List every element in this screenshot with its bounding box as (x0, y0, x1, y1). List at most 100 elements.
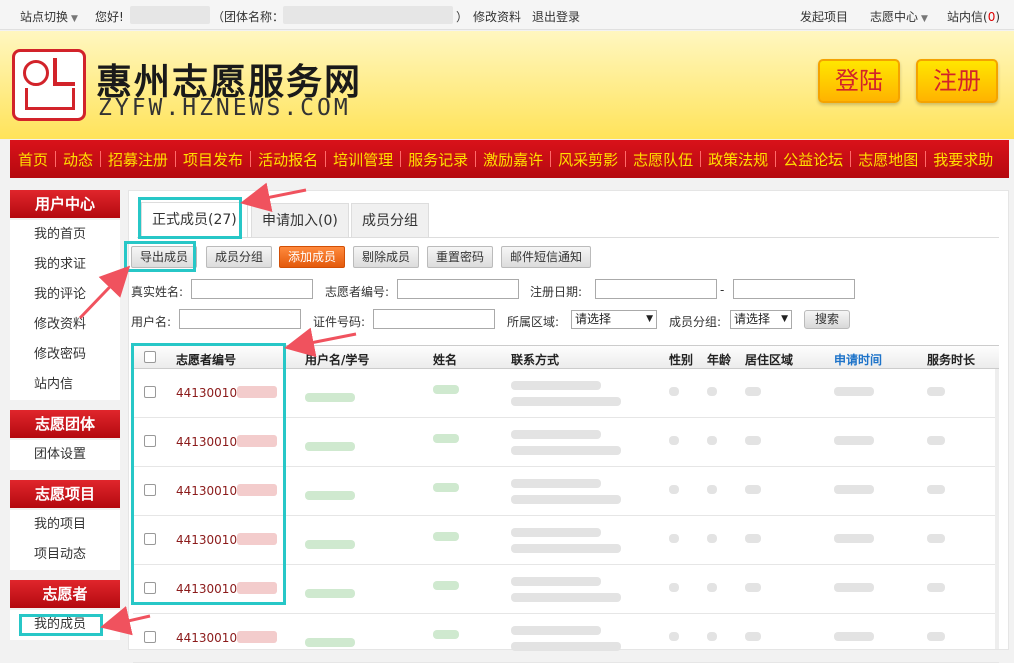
logo-seal-icon[interactable] (12, 49, 86, 121)
nav-separator (325, 151, 327, 167)
nav-item[interactable]: 志愿队伍 (633, 149, 693, 170)
redacted-cell (511, 593, 621, 602)
sidebar-item-group-settings[interactable]: 团体设置 (10, 440, 120, 470)
region-select[interactable]: 请选择 ▼ (571, 310, 657, 329)
sidebar-item-my-projects[interactable]: 我的项目 (10, 510, 120, 540)
nav-item[interactable]: 公益论坛 (783, 149, 843, 170)
nav-item[interactable]: 我要求助 (933, 149, 993, 170)
main-nav: 首页 动态 招募注册 项目发布 活动报名 培训管理 服务记录 激励嘉许 风采剪影 志愿队伍 政策法规… (10, 140, 1009, 178)
volunteer-no-input[interactable] (397, 279, 519, 299)
table-scrollbar[interactable] (995, 369, 999, 649)
reg-date-start-input[interactable] (595, 279, 717, 299)
post-project-link[interactable]: 发起项目 (800, 8, 848, 25)
redacted-cell (511, 544, 621, 553)
greeting: 您好! (95, 10, 124, 24)
redacted-cell (433, 581, 459, 590)
logout-link[interactable]: 退出登录 (532, 8, 580, 25)
redacted-cell (511, 479, 601, 488)
col-name: 姓名 (433, 353, 458, 367)
group-name-redacted (283, 6, 453, 24)
nav-item[interactable]: 首页 (18, 149, 48, 170)
add-member-button[interactable]: 添加成员 (279, 246, 346, 268)
nav-item[interactable]: 政策法规 (708, 149, 768, 170)
redacted-cell (834, 485, 874, 494)
col-gender: 性别 (669, 353, 694, 367)
nav-separator (700, 151, 702, 167)
nav-item[interactable]: 项目发布 (183, 149, 243, 170)
edit-profile-link[interactable]: 修改资料 (473, 8, 521, 25)
volunteer-no-label: 志愿者编号: (325, 285, 390, 299)
nav-item[interactable]: 招募注册 (108, 149, 168, 170)
redacted-cell (707, 583, 717, 592)
reg-date-end-input[interactable] (733, 279, 855, 299)
sidebar-item-my-verify[interactable]: 我的求证 (10, 250, 120, 280)
redacted-cell (511, 446, 621, 455)
notify-button[interactable]: 邮件短信通知 (501, 246, 592, 268)
nav-separator (100, 151, 102, 167)
member-groups-button[interactable]: 成员分组 (206, 246, 273, 268)
register-button[interactable]: 注册 (916, 59, 998, 103)
real-name-input[interactable] (191, 279, 313, 299)
row-checkbox[interactable] (144, 631, 156, 643)
username-input[interactable] (179, 309, 301, 329)
redacted-cell (511, 626, 601, 635)
chevron-down-icon: ▼ (71, 14, 78, 24)
dropdown-arrow-icon: ▼ (781, 314, 788, 324)
volunteer-no-cell[interactable]: 441300100 (176, 631, 245, 645)
nav-separator (550, 151, 552, 167)
messages-link[interactable]: 站内信(0) (947, 8, 1000, 25)
col-region: 居住区域 (745, 353, 794, 367)
col-username: 用户名/学号 (305, 353, 370, 367)
redacted-cell (511, 381, 601, 390)
redacted-cell (834, 387, 874, 396)
highlight-my-members (19, 614, 103, 636)
volunteer-center-menu[interactable]: 志愿中心 ▼ (870, 8, 928, 25)
site-header: 惠州志愿服务网 ZYFW.HZNEWS.COM 登陆 注册 (0, 31, 1014, 139)
tab-member-groups[interactable]: 成员分组 (351, 203, 429, 237)
nav-item[interactable]: 动态 (63, 149, 93, 170)
nav-separator (850, 151, 852, 167)
nav-separator (55, 151, 57, 167)
tab-pending-applications[interactable]: 申请加入(0) (251, 203, 349, 237)
nav-item[interactable]: 服务记录 (408, 149, 468, 170)
redacted-cell (834, 583, 874, 592)
site-switch[interactable]: 站点切换 ▼ (20, 8, 78, 25)
sidebar-item-project-news[interactable]: 项目动态 (10, 540, 120, 570)
nav-item[interactable]: 志愿地图 (858, 149, 918, 170)
real-name-label: 真实姓名: (131, 285, 184, 299)
table-row[interactable]: 441300100 (133, 614, 999, 663)
redacted-cell (669, 534, 679, 543)
redacted-cell (745, 534, 761, 543)
col-apply-time[interactable]: 申请时间 (834, 351, 882, 368)
sidebar-head-project: 志愿项目 (10, 480, 120, 508)
reg-date-label: 注册日期: (530, 285, 583, 299)
group-select[interactable]: 请选择 ▼ (730, 310, 792, 329)
id-no-input[interactable] (373, 309, 495, 329)
remove-member-button[interactable]: 剔除成员 (353, 246, 420, 268)
search-button[interactable]: 搜索 (804, 310, 851, 329)
redacted-cell (511, 577, 601, 586)
redacted-id-suffix (237, 631, 277, 643)
redacted-cell (745, 583, 761, 592)
sidebar-item-change-password[interactable]: 修改密码 (10, 340, 120, 370)
reset-password-button[interactable]: 重置密码 (427, 246, 494, 268)
nav-separator (175, 151, 177, 167)
nav-item[interactable]: 风采剪影 (558, 149, 618, 170)
redacted-cell (834, 436, 874, 445)
redacted-cell (927, 387, 945, 396)
redacted-cell (927, 534, 945, 543)
login-button[interactable]: 登陆 (818, 59, 900, 103)
redacted-cell (669, 583, 679, 592)
sidebar-item-my-home[interactable]: 我的首页 (10, 220, 120, 250)
nav-item[interactable]: 活动报名 (258, 149, 318, 170)
redacted-cell (707, 632, 717, 641)
redacted-cell (745, 485, 761, 494)
nav-item[interactable]: 激励嘉许 (483, 149, 543, 170)
sidebar-item-edit-profile[interactable]: 修改资料 (10, 310, 120, 340)
sidebar-item-messages[interactable]: 站内信 (10, 370, 120, 400)
nav-item[interactable]: 培训管理 (333, 149, 393, 170)
site-url: ZYFW.HZNEWS.COM (98, 95, 351, 121)
sidebar-item-my-comments[interactable]: 我的评论 (10, 280, 120, 310)
redacted-cell (745, 387, 761, 396)
redacted-cell (305, 491, 355, 500)
